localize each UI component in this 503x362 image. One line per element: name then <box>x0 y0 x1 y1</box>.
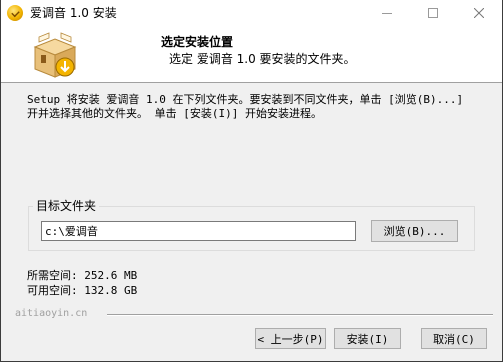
header-title: 选定安装位置 <box>161 35 234 49</box>
brand-text: aitiaoyin.cn <box>15 308 88 319</box>
instruction-text: Setup 将安装 爱调音 1.0 在下列文件夹。要安装到不同文件夹，单击 [浏… <box>27 93 464 120</box>
header-subtitle: 选定 爱调音 1.0 要安装的文件夹。 <box>169 52 356 66</box>
space-required-text: 所需空间: 252.6 MB <box>27 269 138 282</box>
minimize-icon <box>382 12 392 14</box>
space-available-text: 可用空间: 132.8 GB <box>27 284 138 297</box>
destination-group-label: 目标文件夹 <box>33 197 100 214</box>
close-button[interactable] <box>456 0 502 25</box>
installer-window: 爱调音 1.0 安装 选定安装位置 选定 爱调音 1.0 要安装的文件夹。 Se… <box>0 0 503 362</box>
app-icon <box>7 4 23 21</box>
window-controls <box>364 0 502 25</box>
close-icon <box>474 7 484 18</box>
maximize-button[interactable] <box>410 0 456 25</box>
cancel-button[interactable]: 取消(C) <box>421 328 487 349</box>
window-title: 爱调音 1.0 安装 <box>30 6 117 20</box>
title-bar[interactable]: 爱调音 1.0 安装 <box>1 0 502 25</box>
browse-button[interactable]: 浏览(B)... <box>371 220 458 242</box>
header-banner: 选定安装位置 选定 爱调音 1.0 要安装的文件夹。 <box>1 25 502 83</box>
install-button[interactable]: 安装(I) <box>334 328 401 349</box>
back-button[interactable]: < 上一步(P) <box>255 328 326 349</box>
destination-path-input[interactable] <box>41 221 356 241</box>
maximize-icon <box>428 7 438 18</box>
install-box-icon <box>33 32 77 78</box>
minimize-button[interactable] <box>364 0 410 25</box>
footer-divider <box>107 314 493 316</box>
